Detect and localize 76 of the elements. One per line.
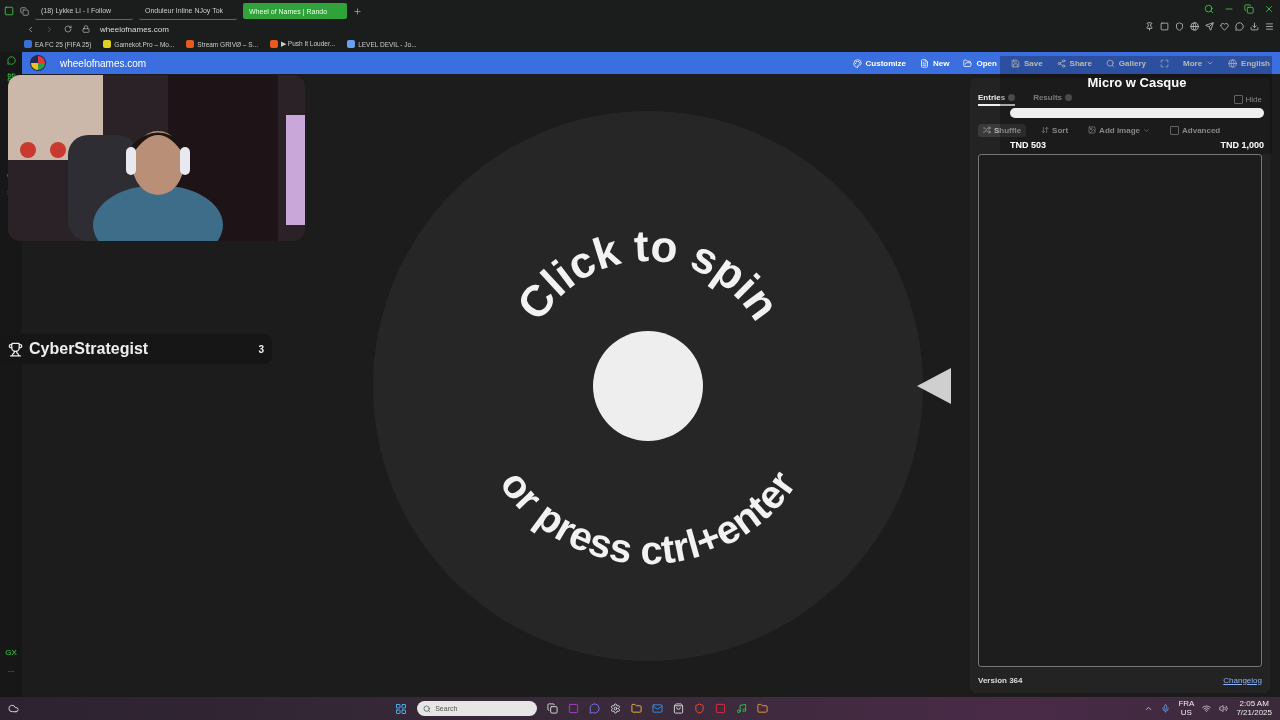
volume-icon[interactable] [1219,704,1229,713]
logo-icon [30,55,46,71]
pin-icon[interactable] [1145,22,1154,31]
snapshot-icon[interactable] [1160,22,1169,31]
site-name[interactable]: wheelofnames.com [60,57,839,69]
globe-icon [1228,58,1238,68]
palette-icon [852,58,862,68]
search-icon [423,704,432,713]
heart-icon[interactable] [1220,22,1229,31]
image-icon [1088,126,1097,134]
version-label: Version 364 [978,675,1023,685]
chat-icon[interactable] [6,56,16,65]
open-button[interactable]: Open [963,56,997,70]
browser-logo-icon [4,6,14,16]
close-button[interactable] [1264,4,1274,14]
new-tab-button[interactable] [353,6,362,16]
download-icon[interactable] [1250,22,1259,31]
workspaces-icon [20,6,29,16]
sort-button[interactable]: Sort [1036,123,1074,137]
goal-target: TND 1,000 [1220,140,1264,150]
address-bar[interactable]: wheelofnames.com [100,24,169,34]
caret-icon [1143,126,1150,134]
music-icon[interactable] [736,703,748,714]
translate-icon[interactable] [1190,22,1199,31]
customize-button[interactable]: Customize [852,56,906,70]
language-button[interactable]: English [1228,56,1270,70]
start-button[interactable] [395,702,408,715]
image-button[interactable]: Add image [1083,123,1155,137]
caret-icon [1206,59,1215,67]
tray-expand-icon[interactable] [1144,704,1154,713]
send-icon[interactable] [1205,22,1214,31]
mic-icon [1161,704,1171,713]
shuffle-icon [983,126,991,134]
sidebar-label[interactable]: ... [7,665,15,675]
panel-tab[interactable]: Entries [978,92,1016,106]
network-icon[interactable] [1202,704,1212,713]
changelog-link[interactable]: Changelog [1223,675,1262,685]
search-button[interactable] [1204,4,1214,14]
weather-icon [8,703,19,714]
restore-button[interactable] [1244,4,1254,14]
entries-field[interactable] [978,154,1262,667]
share-button[interactable]: Share [1056,56,1092,70]
keyboard-language[interactable]: FRA US [1178,700,1195,717]
search-icon [1105,58,1115,68]
back-button[interactable] [26,24,35,34]
store-icon[interactable] [673,703,685,714]
panel-tab[interactable]: Results [1033,92,1073,106]
sidebar-label[interactable]: GX [5,648,17,658]
sort-icon [1041,126,1050,134]
share-icon [1056,58,1066,68]
mail-icon[interactable] [652,703,664,714]
goal-title: Micro w Casque [1087,76,1187,90]
reload-button[interactable] [64,25,72,33]
folder-icon[interactable] [631,703,643,714]
trophy-icon [8,341,23,357]
more-button[interactable]: More [1183,56,1215,70]
gallery-button[interactable]: Gallery [1105,56,1146,70]
leader-count: 3 [258,343,264,355]
task-view-icon[interactable] [547,703,559,714]
app-icon[interactable] [757,703,769,714]
advanced-checkbox[interactable]: Advanced [1165,123,1226,137]
file-icon [920,58,929,68]
lock-icon [82,25,90,33]
goal-current: TND 503 [1010,140,1046,150]
hide-checkbox[interactable]: Hide [1233,94,1262,104]
shield-icon[interactable] [1175,22,1184,31]
chat-app-icon[interactable] [589,703,601,714]
folder-icon [963,58,973,68]
save-icon [1010,58,1020,68]
shield-icon[interactable] [694,703,706,714]
clock[interactable]: 2:05 AM 7/21/2025 [1236,700,1272,717]
new-button[interactable]: New [920,56,950,70]
shuffle-button[interactable]: Shuffle [978,123,1027,137]
save-button[interactable]: Save [1010,56,1043,70]
leader-name: CyberStrategist [29,340,150,358]
menu-icon[interactable] [1265,22,1274,31]
